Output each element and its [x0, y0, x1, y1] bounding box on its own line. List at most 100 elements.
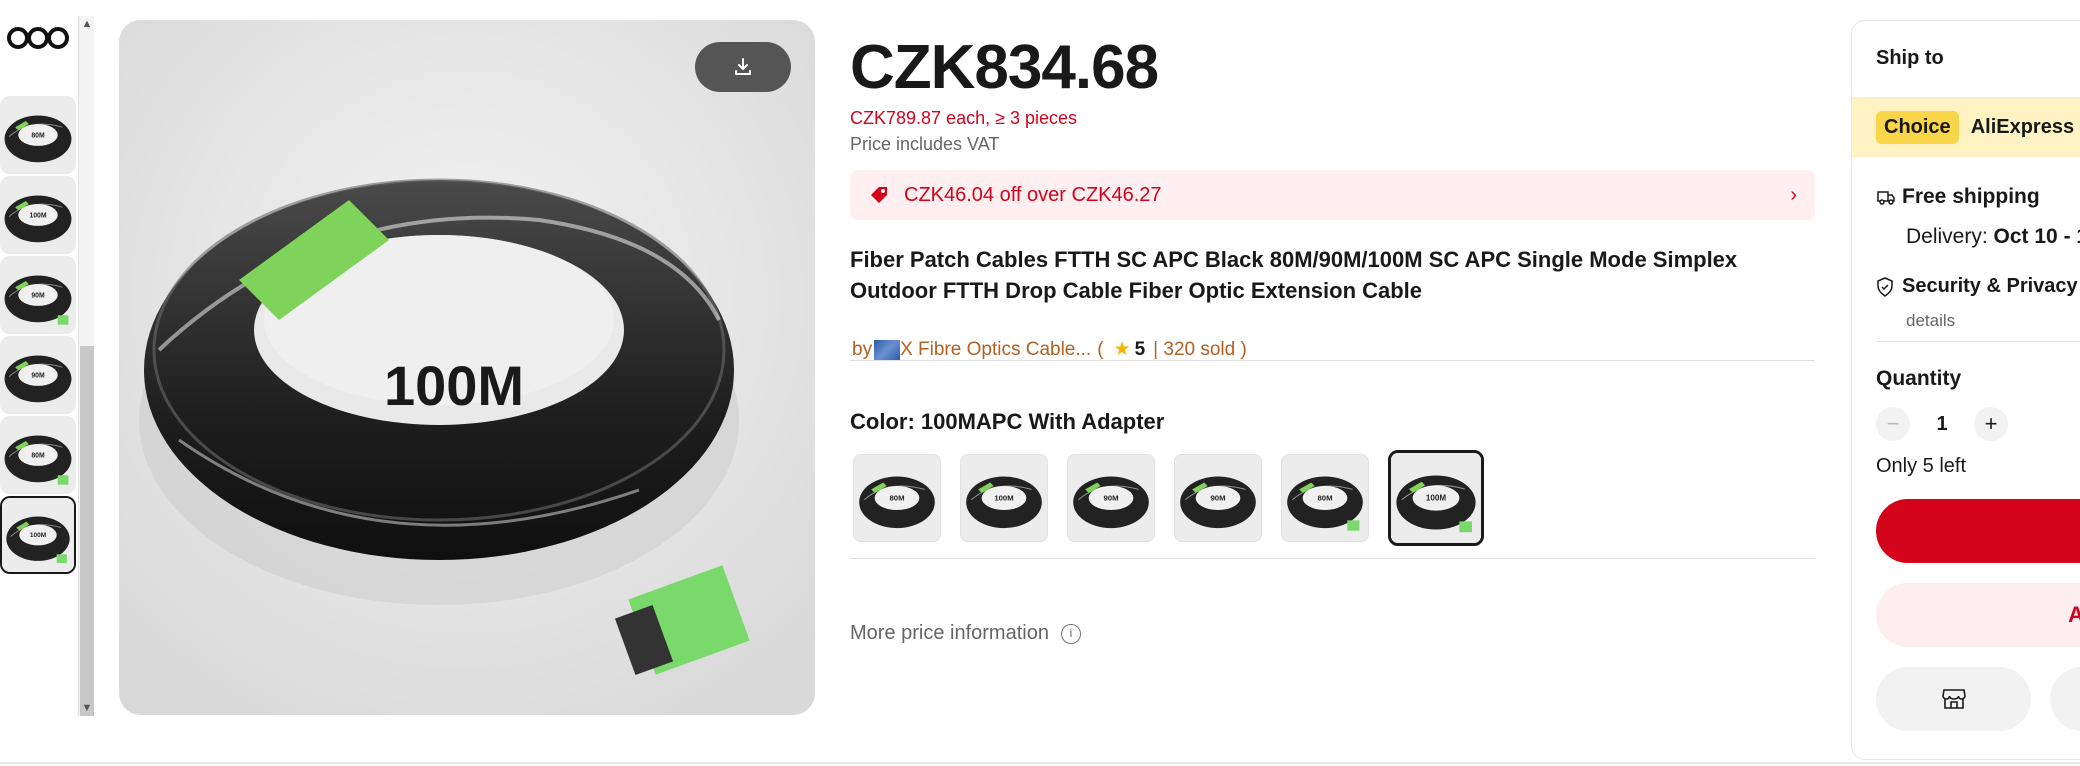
security-privacy[interactable]: Security & Privacy	[1876, 275, 2078, 298]
store-prefix: by	[852, 338, 873, 360]
diagram-thumbnail-image	[0, 16, 76, 72]
delivery-label: Delivery:	[1906, 225, 1988, 248]
scroll-up-icon[interactable]: ▲	[79, 16, 95, 32]
more-price-info[interactable]: More price information i	[850, 622, 1081, 645]
product-page: 80M 100M 90M 90M 80M 100M ▲ ▼ 100M CZK83…	[0, 0, 2080, 766]
thumbnail-scrollbar[interactable]: ▲ ▼	[78, 16, 94, 716]
color-swatch-4[interactable]: 90M	[1174, 454, 1262, 542]
chevron-right-icon[interactable]: ›	[1790, 184, 1797, 207]
truck-icon	[1877, 191, 1895, 205]
thumbnail-image: 90M	[0, 256, 76, 334]
thumbnail-7[interactable]: 100M	[0, 496, 76, 574]
store-link[interactable]: by X Fibre Optics Cable... ( ★ 5 | 320 s…	[852, 338, 1247, 361]
choice-banner[interactable]: Choice AliExpress commitment	[1852, 97, 2080, 157]
delivery-info: Delivery: Oct 10 - 15	[1906, 225, 2080, 249]
store-button[interactable]	[1876, 667, 2031, 731]
color-swatch-2[interactable]: 100M	[960, 454, 1048, 542]
thumbnail-5[interactable]: 90M	[0, 336, 76, 414]
svg-text:80M: 80M	[1317, 494, 1332, 503]
svg-text:90M: 90M	[1103, 494, 1118, 503]
svg-text:80M: 80M	[31, 452, 45, 459]
increase-quantity-button[interactable]: +	[1974, 407, 2008, 441]
secondary-action-button[interactable]	[2050, 667, 2080, 731]
thumbnail-3[interactable]: 100M	[0, 176, 76, 254]
color-swatch-3[interactable]: 90M	[1067, 454, 1155, 542]
security-text: Security & Privacy	[1902, 275, 2078, 297]
fiber-coil-image: 100M	[119, 20, 815, 715]
swatch-image: 100M	[961, 455, 1047, 541]
more-price-text[interactable]: More price information	[850, 622, 1049, 645]
rating-open-paren: (	[1097, 338, 1104, 360]
quantity-stepper: − 1 +	[1876, 407, 2008, 441]
free-shipping-text: Free shipping	[1902, 185, 2040, 208]
thumbnail-image: 100M	[0, 176, 76, 254]
svg-text:100M: 100M	[30, 532, 47, 539]
coupon-text: CZK46.04 off over CZK46.27	[904, 183, 1162, 206]
divider	[850, 360, 1815, 361]
svg-text:90M: 90M	[1210, 494, 1225, 503]
image-length-label: 100M	[384, 354, 524, 417]
thumbnail-image: 90M	[0, 336, 76, 414]
svg-text:80M: 80M	[31, 132, 45, 139]
swatch-image: 90M	[1175, 455, 1261, 541]
delivery-date: Oct 10 - 15	[1993, 225, 2080, 248]
divider	[1876, 341, 2080, 342]
thumbnail-6[interactable]: 80M	[0, 416, 76, 494]
choice-text: AliExpress commitment	[1970, 115, 2080, 138]
purchase-panel: Ship to Choice AliExpress commitment Fre…	[1851, 20, 2080, 760]
download-button[interactable]	[695, 42, 791, 92]
svg-text:100M: 100M	[994, 494, 1013, 503]
color-swatch-1[interactable]: 80M	[853, 454, 941, 542]
color-swatch-5[interactable]: 80M	[1281, 454, 1369, 542]
details-link[interactable]: details	[1906, 311, 1955, 331]
scroll-down-icon[interactable]: ▼	[79, 700, 95, 716]
color-label: Color: 100MAPC With Adapter	[850, 409, 1165, 434]
price: CZK834.68	[850, 33, 1159, 102]
thumbnail-rail: 80M 100M 90M 90M 80M 100M ▲ ▼	[0, 16, 95, 716]
swatch-image: 100M	[1391, 453, 1481, 543]
thumbnail-image: 100M	[2, 498, 74, 572]
store-rating: 5	[1134, 338, 1146, 360]
main-product-image[interactable]: 100M	[119, 20, 815, 715]
store-name[interactable]: X Fibre Optics Cable...	[900, 339, 1091, 361]
product-title: Fiber Patch Cables FTTH SC APC Black 80M…	[850, 247, 1738, 303]
info-icon[interactable]: i	[1060, 623, 1081, 644]
download-icon	[735, 58, 751, 75]
swatch-image: 80M	[1282, 455, 1368, 541]
bottom-divider	[0, 762, 2080, 764]
svg-text:100M: 100M	[1426, 494, 1446, 503]
store-icon	[1941, 689, 1966, 709]
tag-icon	[871, 187, 887, 203]
ship-to-label[interactable]: Ship to	[1876, 47, 1944, 70]
sold-count: | 320 sold )	[1153, 338, 1247, 360]
thumbnail-1[interactable]	[0, 16, 76, 72]
thumbnail-list: 80M 100M 90M 90M 80M 100M	[0, 16, 76, 716]
cart-label-fragment: A	[2068, 602, 2080, 628]
swatch-image: 90M	[1068, 455, 1154, 541]
scrollbar-thumb[interactable]	[80, 346, 94, 716]
buy-now-button[interactable]	[1876, 499, 2080, 563]
svg-text:100M: 100M	[29, 212, 46, 219]
store-logo-icon	[874, 339, 901, 360]
bulk-price: CZK789.87 each, ≥ 3 pieces	[850, 108, 1078, 128]
divider	[850, 558, 1815, 559]
color-swatch-6[interactable]: 100M	[1388, 450, 1484, 546]
coupon-banner[interactable]: CZK46.04 off over CZK46.27 ›	[850, 170, 1815, 220]
thumbnail-2[interactable]: 80M	[0, 96, 76, 174]
decrease-quantity-button[interactable]: −	[1876, 407, 1910, 441]
quantity-value[interactable]: 1	[1910, 413, 1974, 436]
thumbnail-4[interactable]: 90M	[0, 256, 76, 334]
vat-note: Price includes VAT	[850, 134, 1000, 154]
svg-text:90M: 90M	[31, 372, 45, 379]
svg-text:90M: 90M	[31, 292, 45, 299]
free-shipping: Free shipping	[1876, 185, 2040, 209]
swatch-image: 80M	[854, 455, 940, 541]
add-to-cart-button[interactable]: A	[1876, 583, 2080, 647]
thumbnail-image: 80M	[0, 96, 76, 174]
shield-icon	[1877, 276, 1893, 297]
stock-note: Only 5 left	[1876, 455, 1967, 477]
thumbnail-image: 80M	[0, 416, 76, 494]
choice-badge: Choice	[1876, 110, 1959, 144]
svg-text:80M: 80M	[889, 494, 904, 503]
quantity-label: Quantity	[1876, 367, 1962, 390]
